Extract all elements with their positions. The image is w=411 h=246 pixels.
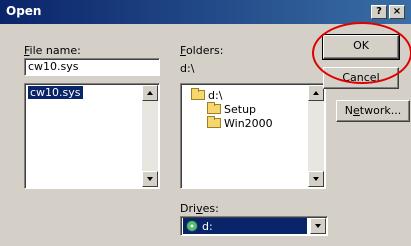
arrow-down-icon: [313, 177, 319, 181]
file-name-label: File name:: [24, 44, 81, 57]
help-button[interactable]: ?: [371, 5, 387, 19]
arrow-down-icon: [147, 177, 153, 181]
folder-icon: [207, 102, 221, 114]
drives-select[interactable]: d:: [180, 216, 328, 236]
drives-label-pre: Dri: [180, 202, 197, 215]
folder-tree[interactable]: d:\ Setup Win2000: [180, 83, 326, 189]
network-button[interactable]: Network...: [336, 100, 410, 122]
folder-tree-scrollbar[interactable]: [308, 85, 324, 187]
close-button[interactable]: ×: [389, 5, 405, 19]
title-bar[interactable]: Open ? ×: [0, 0, 411, 24]
scroll-up-button[interactable]: [308, 85, 324, 101]
chevron-down-icon: [315, 224, 321, 228]
scroll-down-button[interactable]: [142, 171, 158, 187]
folders-label: Folders:: [180, 44, 223, 57]
scroll-up-button[interactable]: [142, 85, 158, 101]
file-list-scrollbar[interactable]: [142, 85, 158, 187]
open-folder-icon: [191, 88, 205, 100]
drives-label-rest: es:: [202, 202, 219, 215]
folder-item-root[interactable]: d:\: [191, 88, 222, 102]
folder-item-win2000[interactable]: Win2000: [207, 116, 273, 130]
network-label-pre: N: [344, 104, 354, 117]
folder-name-win2000: Win2000: [224, 116, 273, 130]
drives-label: Drives:: [180, 202, 219, 215]
folder-name-setup: Setup: [224, 102, 257, 116]
file-name-label-rest: ile name:: [29, 44, 81, 57]
annotation-circle: [312, 22, 411, 84]
scroll-down-button[interactable]: [308, 171, 324, 187]
drives-dropdown-button[interactable]: [310, 218, 326, 234]
arrow-up-icon: [147, 91, 153, 95]
folder-item-setup[interactable]: Setup: [207, 102, 256, 116]
window-title: Open: [6, 4, 42, 18]
open-dialog: Open ? × File name: cw10.sys cw10.sys Fo…: [0, 0, 411, 246]
current-path: d:\: [180, 62, 195, 75]
file-list-item-cw10: cw10.sys: [28, 86, 83, 99]
network-label-rest: twork...: [359, 104, 402, 117]
file-name-value: cw10.sys: [28, 60, 79, 73]
folder-name-root: d:\: [208, 88, 223, 102]
file-list[interactable]: cw10.sys: [24, 83, 160, 189]
folders-label-rest: olders:: [185, 44, 224, 57]
folder-icon: [207, 116, 221, 128]
list-item[interactable]: cw10.sys: [28, 86, 83, 99]
drive-icon: [186, 220, 198, 232]
drives-selected: d:: [183, 218, 307, 234]
drives-selected-value: d:: [202, 219, 213, 233]
file-name-input[interactable]: cw10.sys: [24, 58, 160, 76]
arrow-up-icon: [313, 91, 319, 95]
network-label-accel: e: [353, 104, 360, 117]
